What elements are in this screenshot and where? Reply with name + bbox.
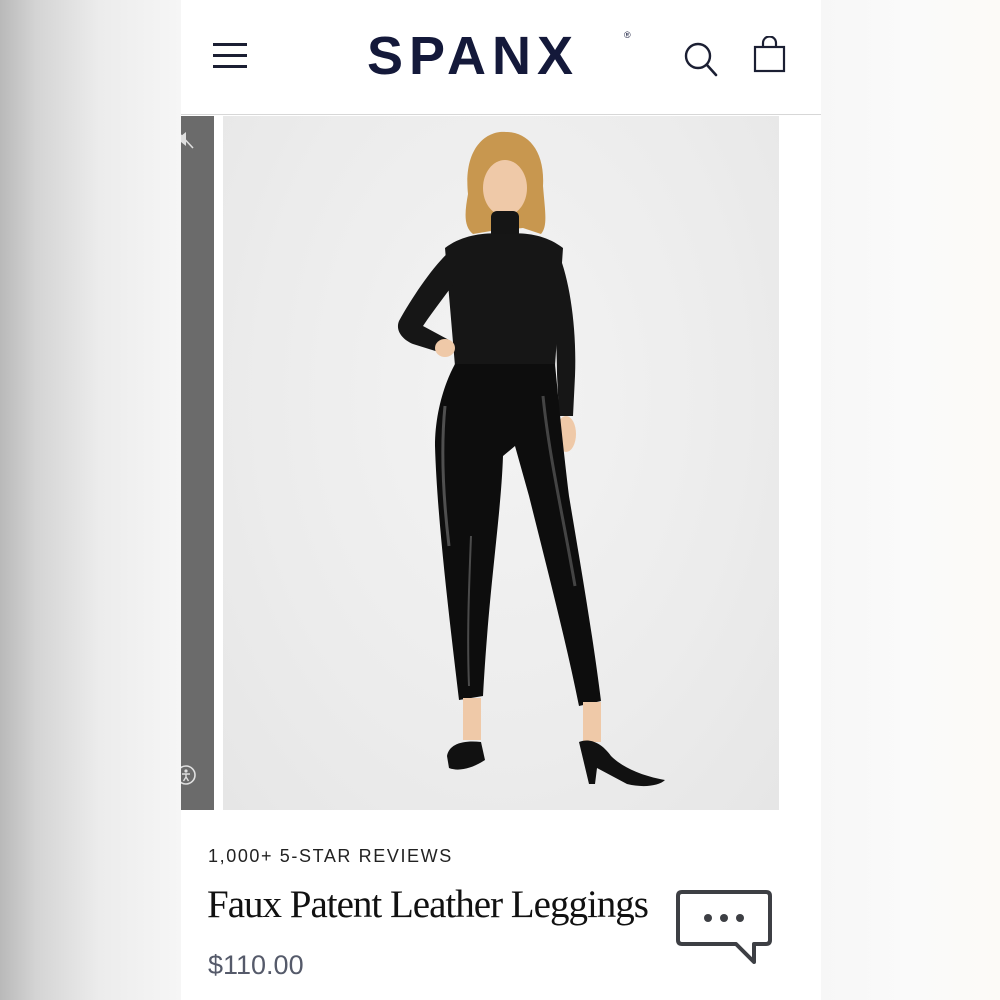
search-icon xyxy=(684,42,718,77)
accessibility-icon xyxy=(181,765,196,785)
product-image[interactable] xyxy=(223,116,779,810)
chat-bubble-icon xyxy=(676,890,772,964)
menu-bar xyxy=(213,54,247,57)
site-header: SPANX ® xyxy=(181,0,821,115)
menu-bar xyxy=(213,65,247,68)
gallery-side-strip xyxy=(181,116,214,810)
search-button[interactable] xyxy=(683,40,719,78)
model-illustration xyxy=(397,131,665,787)
mute-button[interactable] xyxy=(181,128,197,150)
registered-mark: ® xyxy=(624,30,631,40)
menu-bar xyxy=(213,43,247,46)
menu-button[interactable] xyxy=(213,40,247,70)
cart-button[interactable] xyxy=(753,35,787,74)
product-price: $110.00 xyxy=(208,950,304,980)
shopping-bag-icon xyxy=(753,35,786,73)
mute-icon xyxy=(181,132,194,149)
product-page: SPANX ® 1,000+ 5-STAR REVIEWS Faux Paten… xyxy=(181,0,821,1000)
brand-logo[interactable]: SPANX xyxy=(367,26,579,86)
reviews-badge[interactable]: 1,000+ 5-STAR REVIEWS xyxy=(208,846,453,867)
background-right xyxy=(821,0,1000,1000)
background-left xyxy=(0,0,181,1000)
accessibility-button[interactable] xyxy=(181,764,197,786)
product-title: Faux Patent Leather Leggings xyxy=(207,883,649,926)
chat-button[interactable] xyxy=(674,886,774,970)
